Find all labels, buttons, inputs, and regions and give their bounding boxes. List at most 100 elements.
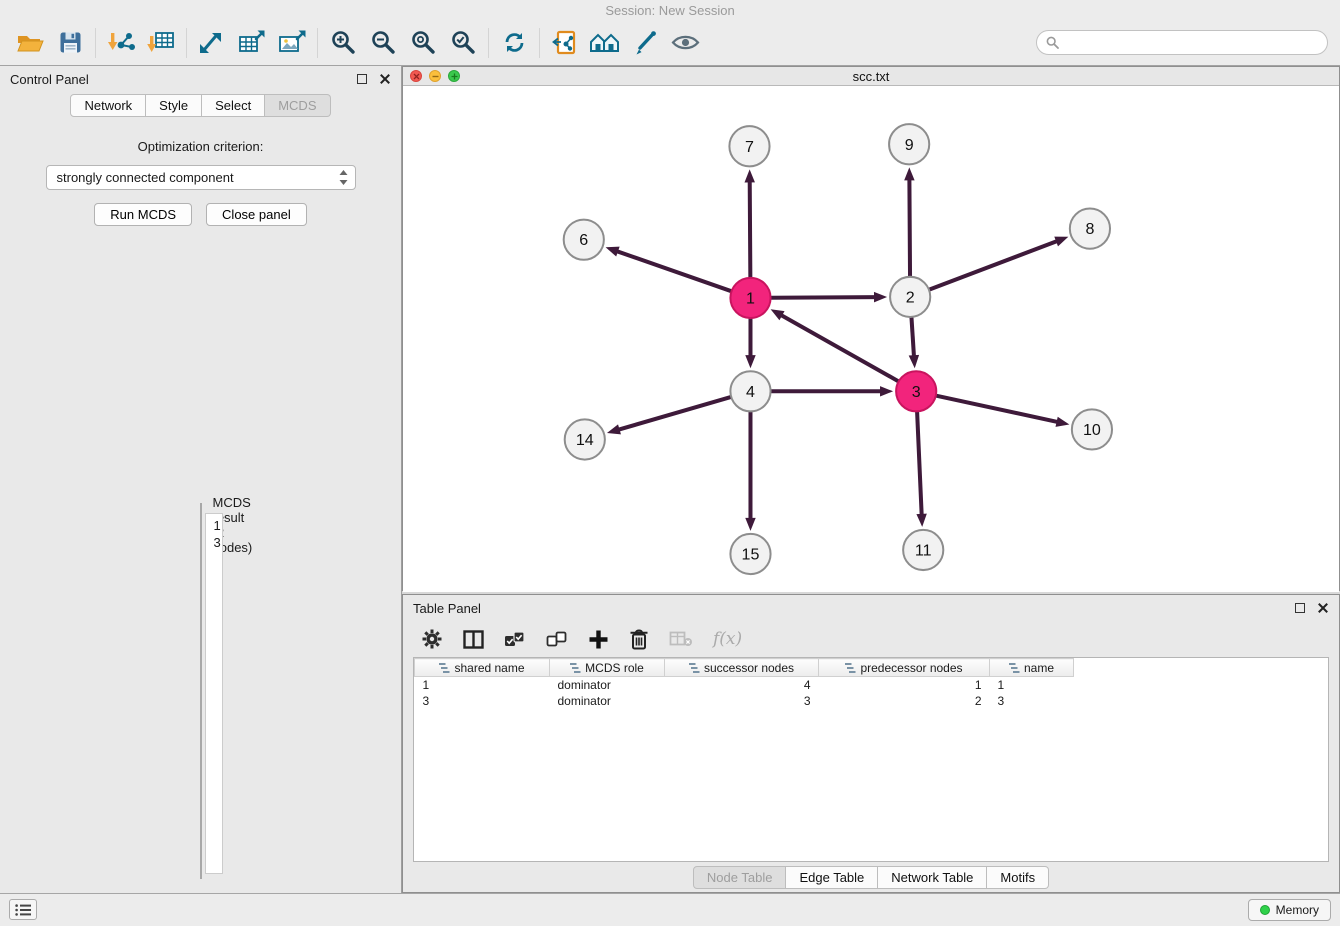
toolbar-separator	[317, 28, 318, 58]
table-row-1[interactable]: 3dominator323	[415, 693, 1074, 709]
column-header-mcds-role[interactable]: MCDS role	[550, 659, 665, 677]
select-all-button[interactable]	[504, 631, 526, 648]
zoom-out-button[interactable]	[363, 24, 403, 62]
toolbar-separator	[95, 28, 96, 58]
close-panel-button[interactable]: Close panel	[206, 203, 307, 226]
task-history-button[interactable]	[9, 899, 37, 920]
column-header-predecessor-nodes[interactable]: predecessor nodes	[819, 659, 990, 677]
column-header-name[interactable]: name	[990, 659, 1074, 677]
main-area: Control Panel NetworkStyleSelectMCDS Opt…	[0, 66, 1340, 893]
export-image-icon	[277, 29, 307, 56]
zoom-fit-button[interactable]	[403, 24, 443, 62]
minimize-window-icon[interactable]	[429, 70, 441, 82]
annotation-pen-button[interactable]	[625, 24, 665, 62]
memory-button[interactable]: Memory	[1248, 899, 1331, 921]
close-panel-icon[interactable]	[379, 73, 391, 85]
table-cell[interactable]: 4	[665, 677, 819, 693]
table-cell[interactable]: dominator	[550, 677, 665, 693]
table-cell[interactable]: dominator	[550, 693, 665, 709]
node-label-2: 2	[906, 288, 915, 306]
table-cell[interactable]: 2	[819, 693, 990, 709]
import-table-button[interactable]	[141, 24, 181, 62]
node-label-6: 6	[579, 231, 588, 249]
edge-arrow-1-4	[745, 355, 755, 368]
close-table-panel-icon[interactable]	[1317, 602, 1329, 614]
show-columns-button[interactable]	[463, 630, 484, 649]
zoom-window-icon[interactable]	[448, 70, 460, 82]
mcds-result-list[interactable]: 13	[205, 513, 223, 874]
sort-icon[interactable]	[439, 663, 450, 673]
sort-icon[interactable]	[1009, 663, 1020, 673]
edge-4-14[interactable]	[618, 397, 731, 430]
table-cell[interactable]: 1	[819, 677, 990, 693]
edge-3-11[interactable]	[917, 412, 922, 515]
tab-mcds[interactable]: MCDS	[265, 94, 330, 117]
search-field[interactable]	[1036, 30, 1328, 55]
sort-icon[interactable]	[845, 663, 856, 673]
edge-2-3[interactable]	[912, 318, 915, 357]
column-label: successor nodes	[704, 661, 794, 675]
add-column-button[interactable]	[588, 629, 609, 650]
network-file-button[interactable]	[545, 24, 585, 62]
table-cell[interactable]: 3	[990, 693, 1074, 709]
float-panel-icon[interactable]	[357, 74, 367, 84]
import-network-icon	[106, 29, 136, 56]
close-window-icon[interactable]	[410, 70, 422, 82]
run-mcds-button[interactable]: Run MCDS	[94, 203, 192, 226]
tab-select[interactable]: Select	[202, 94, 265, 117]
delete-column-button[interactable]	[629, 628, 649, 650]
search-icon	[1046, 36, 1059, 49]
table-row-0[interactable]: 1dominator411	[415, 677, 1074, 693]
control-panel: Control Panel NetworkStyleSelectMCDS Opt…	[0, 66, 402, 893]
tab-motifs[interactable]: Motifs	[987, 866, 1049, 889]
node-label-4: 4	[746, 383, 755, 401]
edge-1-7[interactable]	[750, 180, 751, 276]
export-network-button[interactable]	[192, 24, 232, 62]
table-cell[interactable]: 3	[415, 693, 550, 709]
tab-style[interactable]: Style	[146, 94, 202, 117]
search-input[interactable]	[1064, 35, 1318, 50]
table-cell[interactable]: 1	[415, 677, 550, 693]
table-cell[interactable]: 3	[665, 693, 819, 709]
show-graphics-details-button[interactable]	[665, 24, 705, 62]
edge-1-2[interactable]	[772, 297, 876, 298]
network-canvas[interactable]: 7968124314101511	[403, 86, 1339, 592]
edge-arrow-1-2	[874, 292, 887, 302]
import-network-button[interactable]	[101, 24, 141, 62]
sort-icon[interactable]	[570, 663, 581, 673]
table-settings-button[interactable]	[421, 628, 443, 650]
float-table-panel-icon[interactable]	[1295, 603, 1305, 613]
edge-3-1[interactable]	[780, 315, 898, 381]
edge-3-10[interactable]	[937, 396, 1059, 422]
edge-2-8[interactable]	[930, 241, 1058, 290]
deselect-all-button[interactable]	[546, 631, 568, 648]
edge-2-9[interactable]	[909, 178, 910, 275]
column-header-shared-name[interactable]: shared name	[415, 659, 550, 677]
export-table-button[interactable]	[232, 24, 272, 62]
edge-arrow-1-6	[606, 247, 620, 257]
edge-arrow-1-7	[744, 169, 754, 182]
open-session-button[interactable]	[10, 24, 50, 62]
table-cell[interactable]: 1	[990, 677, 1074, 693]
column-header-successor-nodes[interactable]: successor nodes	[665, 659, 819, 677]
zoom-selected-button[interactable]	[443, 24, 483, 62]
sort-icon[interactable]	[689, 663, 700, 673]
first-neighbors-button[interactable]	[585, 24, 625, 62]
status-bar: Memory	[0, 893, 1340, 925]
tab-node-table[interactable]: Node Table	[693, 866, 787, 889]
edge-1-6[interactable]	[616, 251, 731, 291]
tab-network[interactable]: Network	[70, 94, 146, 117]
criterion-select[interactable]: strongly connected component	[46, 165, 356, 190]
eye-icon	[670, 32, 701, 53]
toolbar-separator	[186, 28, 187, 58]
mcds-panel-body: Optimization criterion: strongly connect…	[0, 117, 401, 893]
column-label: name	[1024, 661, 1054, 675]
tab-edge-table[interactable]: Edge Table	[786, 866, 878, 889]
node-label-15: 15	[742, 546, 760, 564]
tab-network-table[interactable]: Network Table	[878, 866, 987, 889]
save-session-button[interactable]	[50, 24, 90, 62]
control-panel-title: Control Panel	[10, 72, 89, 87]
export-image-button[interactable]	[272, 24, 312, 62]
refresh-button[interactable]	[494, 24, 534, 62]
zoom-in-button[interactable]	[323, 24, 363, 62]
